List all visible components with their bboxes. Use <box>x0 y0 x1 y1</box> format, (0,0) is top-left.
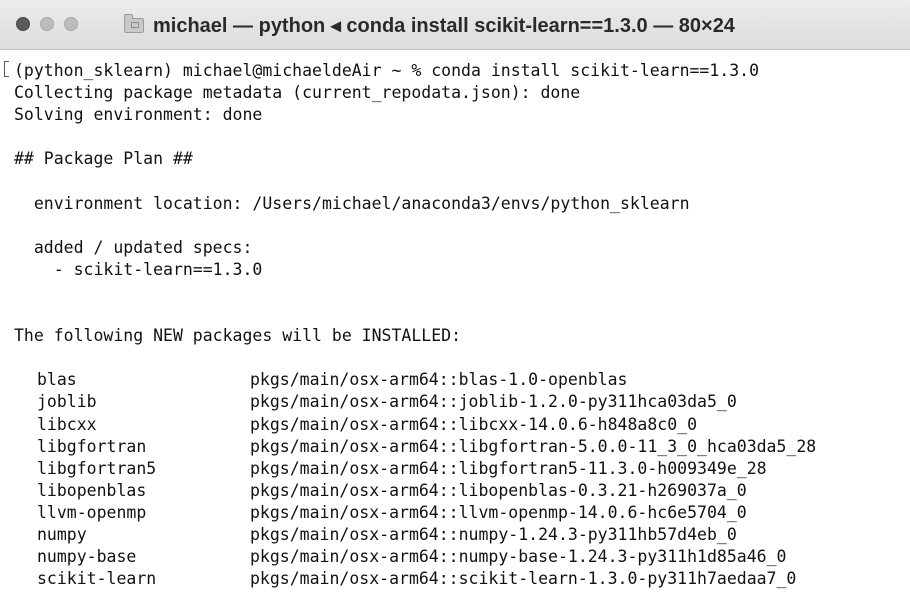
minimize-button[interactable] <box>40 17 54 31</box>
package-row: libopenblas pkgs/main/osx-arm64::libopenb… <box>14 480 910 502</box>
package-source: pkgs/main/osx-arm64::numpy-1.24.3-py311h… <box>250 524 737 544</box>
package-name: libgfortran <box>37 436 147 456</box>
terminal-line: Collecting package metadata (current_rep… <box>14 83 581 103</box>
package-source: pkgs/main/osx-arm64::libgfortran5-11.3.0… <box>250 458 767 478</box>
title-bar[interactable]: michael — python ◂ conda install scikit-… <box>0 0 910 50</box>
terminal-line: (python_sklearn) michael@michaeldeAir ~ … <box>14 61 760 80</box>
package-row: blas pkgs/main/osx-arm64::blas-1.0-openbl… <box>14 369 910 391</box>
package-source: pkgs/main/osx-arm64::libcxx-14.0.6-h848a… <box>250 414 698 434</box>
terminal-line: Solving environment: done <box>14 105 263 125</box>
package-name: blas <box>37 370 77 390</box>
zoom-button[interactable] <box>64 17 78 31</box>
package-row: libgfortran pkgs/main/osx-arm64::libgfort… <box>14 436 910 458</box>
package-source: pkgs/main/osx-arm64::libgfortran-5.0.0-1… <box>250 436 817 456</box>
window-title-area: michael — python ◂ conda install scikit-… <box>124 0 735 50</box>
package-row: numpy-base pkgs/main/osx-arm64::numpy-bas… <box>14 546 910 568</box>
package-name: joblib <box>37 392 97 412</box>
terminal-line: added / updated specs: <box>14 237 253 257</box>
package-row: numpy pkgs/main/osx-arm64::numpy-1.24.3-p… <box>14 524 910 546</box>
window-title: michael — python ◂ conda install scikit-… <box>153 14 735 37</box>
terminal-output[interactable]: (python_sklearn) michael@michaeldeAir ~ … <box>0 50 910 594</box>
package-name: numpy <box>37 524 87 544</box>
package-row: scikit-learn pkgs/main/osx-arm64::scikit-… <box>14 568 910 590</box>
package-row: libcxx pkgs/main/osx-arm64::libcxx-14.0.6… <box>14 414 910 436</box>
package-source: pkgs/main/osx-arm64::numpy-base-1.24.3-p… <box>250 547 787 567</box>
package-name: scikit-learn <box>37 569 157 589</box>
terminal-window: michael — python ◂ conda install scikit-… <box>0 0 910 594</box>
traffic-lights <box>16 17 78 31</box>
package-row: joblib pkgs/main/osx-arm64::joblib-1.2.0-… <box>14 391 910 413</box>
package-source: pkgs/main/osx-arm64::scikit-learn-1.3.0-… <box>250 569 797 589</box>
terminal-line: The following NEW packages will be INSTA… <box>14 326 462 346</box>
terminal-line: - scikit-learn==1.3.0 <box>14 259 263 279</box>
terminal-line: environment location: /Users/michael/ana… <box>14 193 690 213</box>
package-name: libcxx <box>37 414 97 434</box>
package-name: numpy-base <box>37 547 137 567</box>
package-name: libgfortran5 <box>37 458 157 478</box>
package-source: pkgs/main/osx-arm64::libopenblas-0.3.21-… <box>250 480 747 500</box>
package-name: llvm-openmp <box>37 502 147 522</box>
terminal-line: ## Package Plan ## <box>14 149 193 169</box>
folder-icon <box>124 13 144 33</box>
package-row: libgfortran5 pkgs/main/osx-arm64::libgfor… <box>14 458 910 480</box>
package-name: libopenblas <box>37 480 147 500</box>
package-row: llvm-openmp pkgs/main/osx-arm64::llvm-ope… <box>14 502 910 524</box>
package-source: pkgs/main/osx-arm64::llvm-openmp-14.0.6-… <box>250 502 747 522</box>
close-button[interactable] <box>16 17 30 31</box>
package-source: pkgs/main/osx-arm64::joblib-1.2.0-py311h… <box>250 392 737 412</box>
package-source: pkgs/main/osx-arm64::blas-1.0-openblas <box>250 370 628 390</box>
